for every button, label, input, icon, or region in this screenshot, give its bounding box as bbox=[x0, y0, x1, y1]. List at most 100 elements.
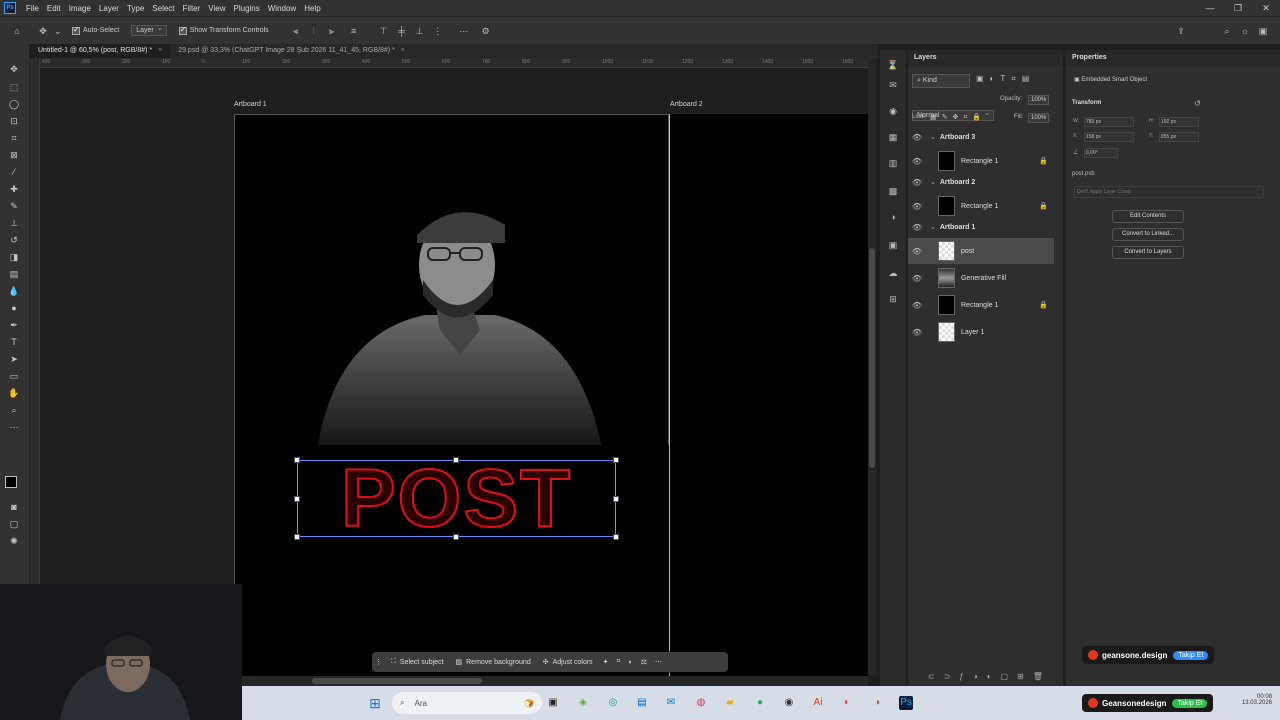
menu-file[interactable]: File bbox=[22, 4, 43, 13]
follow-badge-2[interactable]: Geansonedesign Takip Et bbox=[1082, 694, 1214, 712]
lock-icon[interactable]: 🔒 bbox=[1039, 202, 1054, 210]
gradient-tool-icon[interactable]: ▤ bbox=[5, 267, 23, 281]
layer-name[interactable]: Rectangle 1 bbox=[961, 203, 998, 210]
tab-29-psd[interactable]: 29.psd @ 33,3% (ChatGPT Image 28 Şub 202… bbox=[170, 44, 413, 58]
type-tool-icon[interactable]: T bbox=[5, 335, 23, 349]
vertical-scrollbar[interactable] bbox=[868, 58, 876, 676]
layer-group-row[interactable]: 👁 ⌄ Artboard 2 bbox=[908, 175, 1054, 189]
lasso-tool-icon[interactable]: ◯ bbox=[5, 97, 23, 111]
visibility-eye-icon[interactable]: 👁 bbox=[908, 133, 926, 142]
layer-footer-icons[interactable]: ⊂⊃ƒ◑◐▢⊞🗑 bbox=[928, 672, 1052, 681]
align-center-icon[interactable]: ⫶ bbox=[307, 24, 321, 38]
layer-dropdown[interactable]: Layer bbox=[131, 24, 167, 36]
x-field[interactable]: 158 px bbox=[1084, 132, 1134, 142]
instagram-icon[interactable]: ◍ bbox=[694, 696, 708, 710]
show-transform-checkbox[interactable] bbox=[178, 25, 187, 35]
move-tool-icon[interactable]: ✥ bbox=[36, 24, 50, 38]
chevron-down-icon[interactable]: ⌄ bbox=[930, 133, 936, 141]
edit-contents-button[interactable]: Edit Contents bbox=[1112, 210, 1184, 223]
channels-icon[interactable]: ⊞ bbox=[886, 294, 900, 308]
healing-brush-icon[interactable]: ✚ bbox=[5, 182, 23, 196]
visibility-eye-icon[interactable]: 👁 bbox=[908, 178, 926, 187]
minimize-icon[interactable]: — bbox=[1196, 3, 1224, 14]
history-icon[interactable]: ⌛ bbox=[886, 60, 900, 74]
visibility-eye-icon[interactable]: 👁 bbox=[908, 157, 926, 166]
artboard-1-label[interactable]: Artboard 1 bbox=[234, 101, 267, 108]
auto-select-checkbox[interactable] bbox=[72, 25, 80, 35]
width-field[interactable]: 789 px bbox=[1084, 117, 1134, 127]
chevron-down-icon[interactable]: ⌄ bbox=[54, 24, 62, 38]
gradients-icon[interactable]: ▥ bbox=[886, 158, 900, 172]
clock[interactable]: 00:08 13.03.2026 bbox=[1232, 694, 1272, 706]
convert-to-layers-button[interactable]: Convert to Layers bbox=[1112, 246, 1184, 259]
artboard-2-label[interactable]: Artboard 2 bbox=[670, 101, 703, 108]
chrome-icon[interactable]: ◐ bbox=[840, 696, 854, 710]
chrome-profile-icon[interactable]: ◑ bbox=[870, 696, 884, 710]
spotify-icon[interactable]: ● bbox=[753, 696, 767, 710]
settings-gear-icon[interactable]: ⚙ bbox=[479, 24, 493, 38]
adjustments-icon[interactable]: ◑ bbox=[886, 212, 900, 226]
mask-icon[interactable]: ◐ bbox=[625, 659, 637, 666]
marquee-tool-icon[interactable]: ⬚ bbox=[5, 80, 23, 94]
height-field[interactable]: 192 px bbox=[1159, 117, 1199, 127]
share-icon[interactable]: ⇪ bbox=[1174, 24, 1188, 38]
more-icon[interactable]: ⋯ bbox=[651, 658, 666, 666]
reset-transform-icon[interactable]: ↺ bbox=[1194, 99, 1201, 108]
app-icon[interactable]: ◉ bbox=[782, 696, 796, 710]
copilot-icon[interactable]: ◈ bbox=[576, 696, 590, 710]
transform-handle[interactable] bbox=[613, 457, 619, 463]
eyedropper-tool-icon[interactable]: ⁄ bbox=[5, 165, 23, 179]
close-tab-icon[interactable]: × bbox=[158, 47, 162, 54]
transform-handle[interactable] bbox=[294, 457, 300, 463]
chevron-down-icon[interactable]: ⌄ bbox=[930, 223, 936, 231]
opacity-field[interactable]: 100% bbox=[1028, 95, 1050, 105]
zoom-tool-icon[interactable]: ⌕ bbox=[5, 403, 23, 417]
layer-name[interactable]: Artboard 3 bbox=[940, 134, 975, 141]
horizontal-scrollbar[interactable] bbox=[242, 676, 868, 686]
clone-stamp-icon[interactable]: ⊥ bbox=[5, 216, 23, 230]
menu-help[interactable]: Help bbox=[300, 4, 324, 13]
menu-select[interactable]: Select bbox=[148, 4, 178, 13]
distribute-icon[interactable]: ≡ bbox=[347, 24, 361, 38]
layer-row[interactable]: 👁 Generative Fill bbox=[908, 265, 1054, 291]
hand-tool-icon[interactable]: ✋ bbox=[5, 386, 23, 400]
lock-icon[interactable]: 🔒 bbox=[1039, 157, 1054, 165]
swatches-icon[interactable]: ▦ bbox=[886, 132, 900, 146]
search-icon[interactable]: ⌕ bbox=[1220, 24, 1234, 38]
adjustment-icon[interactable]: ⚖ bbox=[637, 658, 651, 666]
generative-icon[interactable]: ✺ bbox=[5, 534, 23, 548]
y-field[interactable]: 855 px bbox=[1159, 132, 1199, 142]
auto-select-option[interactable]: Auto-Select bbox=[72, 25, 119, 35]
align-bottom-icon[interactable]: ⊥ bbox=[413, 24, 427, 38]
menu-view[interactable]: View bbox=[204, 4, 229, 13]
menu-plugins[interactable]: Plugins bbox=[230, 4, 264, 13]
layer-row[interactable]: 👁 Rectangle 1 🔒 bbox=[908, 292, 1054, 318]
edge-icon[interactable]: ◎ bbox=[606, 696, 620, 710]
layer-row[interactable]: 👁 Rectangle 1 🔒 bbox=[908, 193, 1054, 219]
workspace-icon[interactable]: ▣ bbox=[1256, 24, 1270, 38]
layer-name[interactable]: Artboard 1 bbox=[940, 224, 975, 231]
align-right-icon[interactable]: ⫸ bbox=[325, 24, 339, 38]
taskbar-search[interactable]: ⌕ Ara 🍞 bbox=[392, 692, 542, 714]
layers-panel-title[interactable]: Layers bbox=[908, 50, 1063, 66]
align-top-icon[interactable]: ⊤ bbox=[377, 24, 391, 38]
follow-toggle[interactable]: Takip Et bbox=[1172, 698, 1208, 708]
menu-filter[interactable]: Filter bbox=[179, 4, 205, 13]
home-icon[interactable]: ⌂ bbox=[10, 24, 24, 38]
transform-handle[interactable] bbox=[613, 496, 619, 502]
visibility-eye-icon[interactable]: 👁 bbox=[908, 274, 926, 283]
sparkle-icon[interactable]: ✦ bbox=[599, 658, 613, 666]
layer-filter-icons[interactable]: ▣◐T⌗▤ bbox=[976, 74, 1035, 84]
comments-icon[interactable]: ✉ bbox=[886, 80, 900, 94]
screen-mode-icon[interactable]: ▢ bbox=[5, 517, 23, 531]
file-explorer-icon[interactable]: ▰ bbox=[723, 696, 737, 710]
frame-tool-icon[interactable]: ⊠ bbox=[5, 148, 23, 162]
show-transform-option[interactable]: Show Transform Controls bbox=[178, 25, 269, 35]
windows-start-icon[interactable]: ⊞ bbox=[368, 696, 382, 710]
more-options-icon[interactable]: ⋯ bbox=[457, 24, 471, 38]
dodge-tool-icon[interactable]: ● bbox=[5, 301, 23, 315]
menu-type[interactable]: Type bbox=[123, 4, 148, 13]
eraser-tool-icon[interactable]: ◨ bbox=[5, 250, 23, 264]
distribute-vertical-icon[interactable]: ⋮ bbox=[431, 24, 445, 38]
illustrator-icon[interactable]: Ai bbox=[811, 696, 825, 710]
